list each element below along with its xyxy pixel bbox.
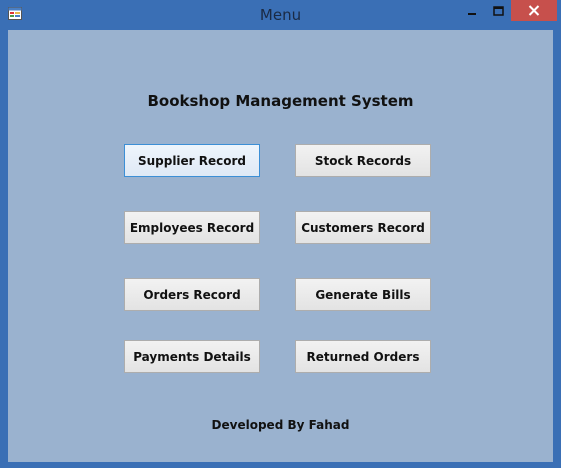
title-bar[interactable]: Menu bbox=[0, 0, 561, 29]
menu-window: Menu Bookshop Management System Supplier… bbox=[0, 0, 561, 468]
generate-bills-button[interactable]: Generate Bills bbox=[295, 278, 431, 311]
customers-record-button[interactable]: Customers Record bbox=[295, 211, 431, 244]
orders-record-button[interactable]: Orders Record bbox=[124, 278, 260, 311]
minimize-button[interactable] bbox=[460, 0, 484, 21]
stock-records-button[interactable]: Stock Records bbox=[295, 144, 431, 177]
page-title: Bookshop Management System bbox=[147, 92, 414, 110]
payments-details-button[interactable]: Payments Details bbox=[124, 340, 260, 373]
maximize-icon bbox=[492, 5, 504, 16]
client-area: Bookshop Management System Supplier Reco… bbox=[8, 30, 553, 462]
maximize-button[interactable] bbox=[486, 0, 510, 21]
close-icon bbox=[528, 5, 540, 16]
supplier-record-button[interactable]: Supplier Record bbox=[124, 144, 260, 177]
employees-record-button[interactable]: Employees Record bbox=[124, 211, 260, 244]
close-button[interactable] bbox=[511, 0, 557, 21]
minimize-icon bbox=[468, 12, 476, 15]
developer-credit: Developed By Fahad bbox=[211, 418, 350, 432]
returned-orders-button[interactable]: Returned Orders bbox=[295, 340, 431, 373]
